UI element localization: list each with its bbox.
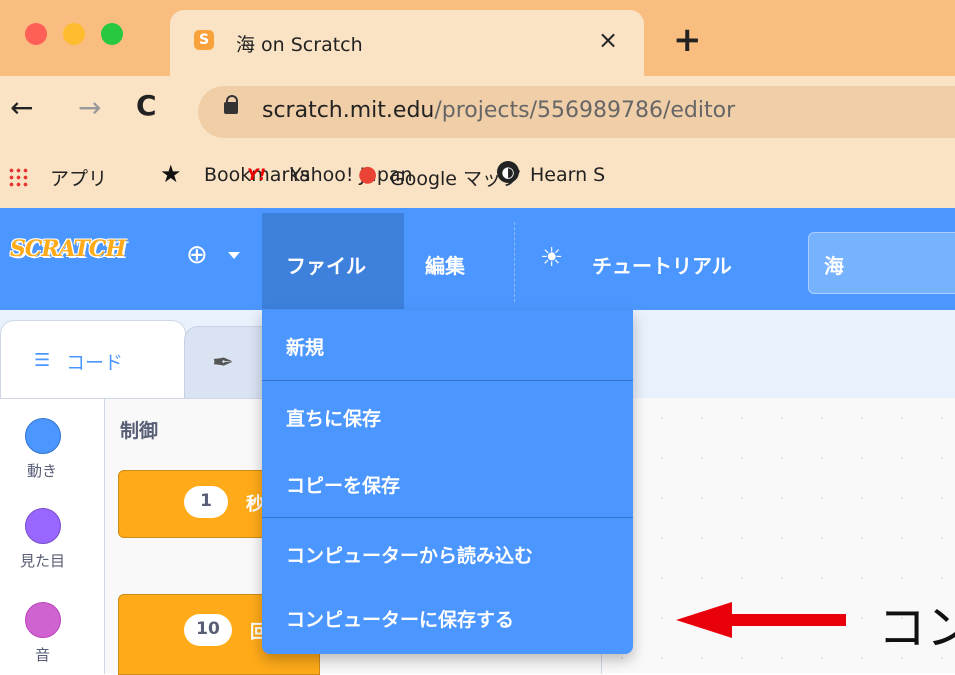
star-icon: ★ [160,160,182,188]
tab-title: 海 on Scratch [236,34,363,56]
back-icon[interactable]: ← [10,91,33,124]
menu-item-load-from-computer[interactable]: コンピューターから読み込む [286,541,533,568]
annotation-arrow-head [676,602,732,638]
url-host: scratch.mit.edu [262,98,435,123]
edit-menu-button[interactable]: 編集 [425,250,465,279]
lightbulb-icon[interactable]: ☀ [540,243,563,273]
bookmark-apps[interactable]: アプリ [50,164,107,191]
palette-heading-control: 制御 [120,420,159,442]
apps-grid-icon [8,167,28,187]
tutorials-menu-button[interactable]: チュートリアル [592,250,732,279]
wait-seconds-input[interactable]: 1 [184,486,228,518]
scratch-favicon-icon: S [194,30,214,50]
new-tab-button[interactable]: + [673,20,702,60]
url-text[interactable]: scratch.mit.edu/projects/556989786/edito… [262,98,735,123]
zoom-window-button[interactable] [101,23,123,45]
project-title-text: 海 [824,254,844,278]
bookmark-hearn[interactable]: Hearn S [530,164,605,186]
yahoo-icon: Y! [247,165,266,184]
category-looks-button[interactable] [25,508,61,544]
lock-icon [224,102,238,114]
menu-divider [514,222,515,302]
tab-code-label: コード [66,352,124,374]
menu-item-new[interactable]: 新規 [286,333,324,360]
category-sound-button[interactable] [25,602,61,638]
reload-icon[interactable]: C [136,89,157,122]
annotation-text: コン [878,600,955,656]
file-menu-label[interactable]: ファイル [286,250,366,279]
maps-pin-icon: ● [358,162,378,187]
category-sound-label: 音 [35,646,51,664]
menu-item-save-now[interactable]: 直ちに保存 [286,404,381,431]
close-window-button[interactable] [25,23,47,45]
annotation-arrow-line [730,614,846,626]
category-motion-label: 動き [27,462,58,480]
language-globe-icon[interactable]: ⊕ [186,240,208,270]
scratch-logo[interactable]: SCRATCH [10,236,126,276]
category-looks-label: 見た目 [20,552,66,570]
code-blocks-icon: ☰ [34,350,51,371]
menu-item-save-to-computer[interactable]: コンピューターに保存する [286,605,514,632]
close-tab-icon[interactable]: × [598,26,618,54]
chevron-down-icon [228,252,240,259]
url-path: /projects/556989786/editor [434,98,736,123]
menu-item-save-copy[interactable]: コピーを保存 [286,471,400,498]
menu-separator [262,380,633,381]
forward-icon[interactable]: → [78,91,101,124]
repeat-count-input[interactable]: 10 [184,614,232,646]
menu-separator [262,517,633,518]
category-motion-button[interactable] [25,418,61,454]
paintbrush-icon: ✒ [212,348,234,378]
globe-icon: ◐ [497,161,519,183]
minimize-window-button[interactable] [63,23,85,45]
